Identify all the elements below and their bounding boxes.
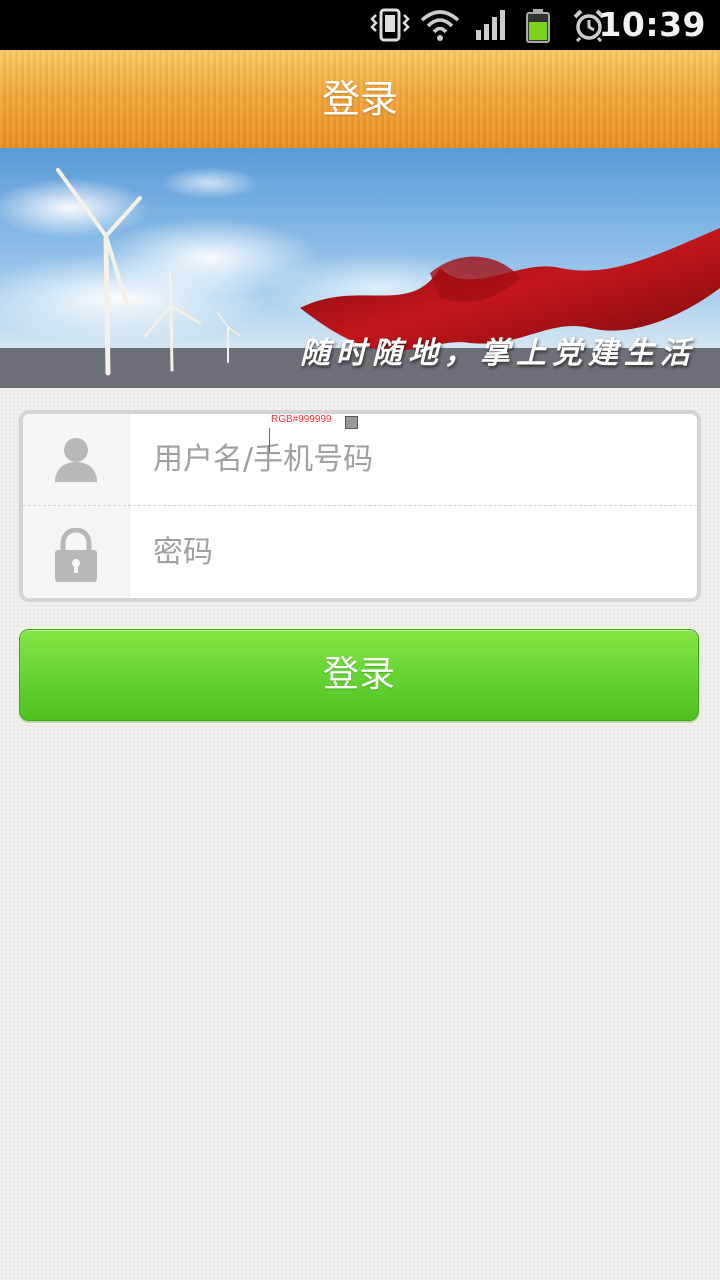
password-input[interactable]	[153, 506, 673, 598]
page-title: 登录	[321, 77, 398, 121]
banner-image: 随时随地，掌上党建生活	[0, 148, 720, 388]
login-button[interactable]: 登录	[19, 629, 699, 721]
color-annotation-line	[269, 428, 270, 452]
banner-slogan: 随时随地，掌上党建生活	[300, 336, 696, 371]
username-input[interactable]	[153, 414, 673, 505]
password-row	[23, 506, 697, 598]
username-row	[23, 414, 697, 506]
lock-icon	[55, 528, 97, 582]
status-bar: 10:39	[0, 0, 720, 50]
login-form	[19, 410, 701, 602]
color-annotation-swatch	[345, 416, 358, 429]
lock-icon-cell	[23, 506, 130, 598]
battery-icon	[526, 9, 550, 43]
user-icon-cell	[23, 414, 130, 505]
title-bar: 登录	[0, 50, 720, 149]
wifi-icon	[420, 10, 460, 41]
signal-icon	[476, 10, 505, 40]
user-icon	[55, 438, 97, 482]
color-annotation-label: RGB#999999	[271, 414, 332, 425]
status-time: 10:39	[598, 5, 706, 44]
vibrate-icon	[370, 8, 410, 42]
